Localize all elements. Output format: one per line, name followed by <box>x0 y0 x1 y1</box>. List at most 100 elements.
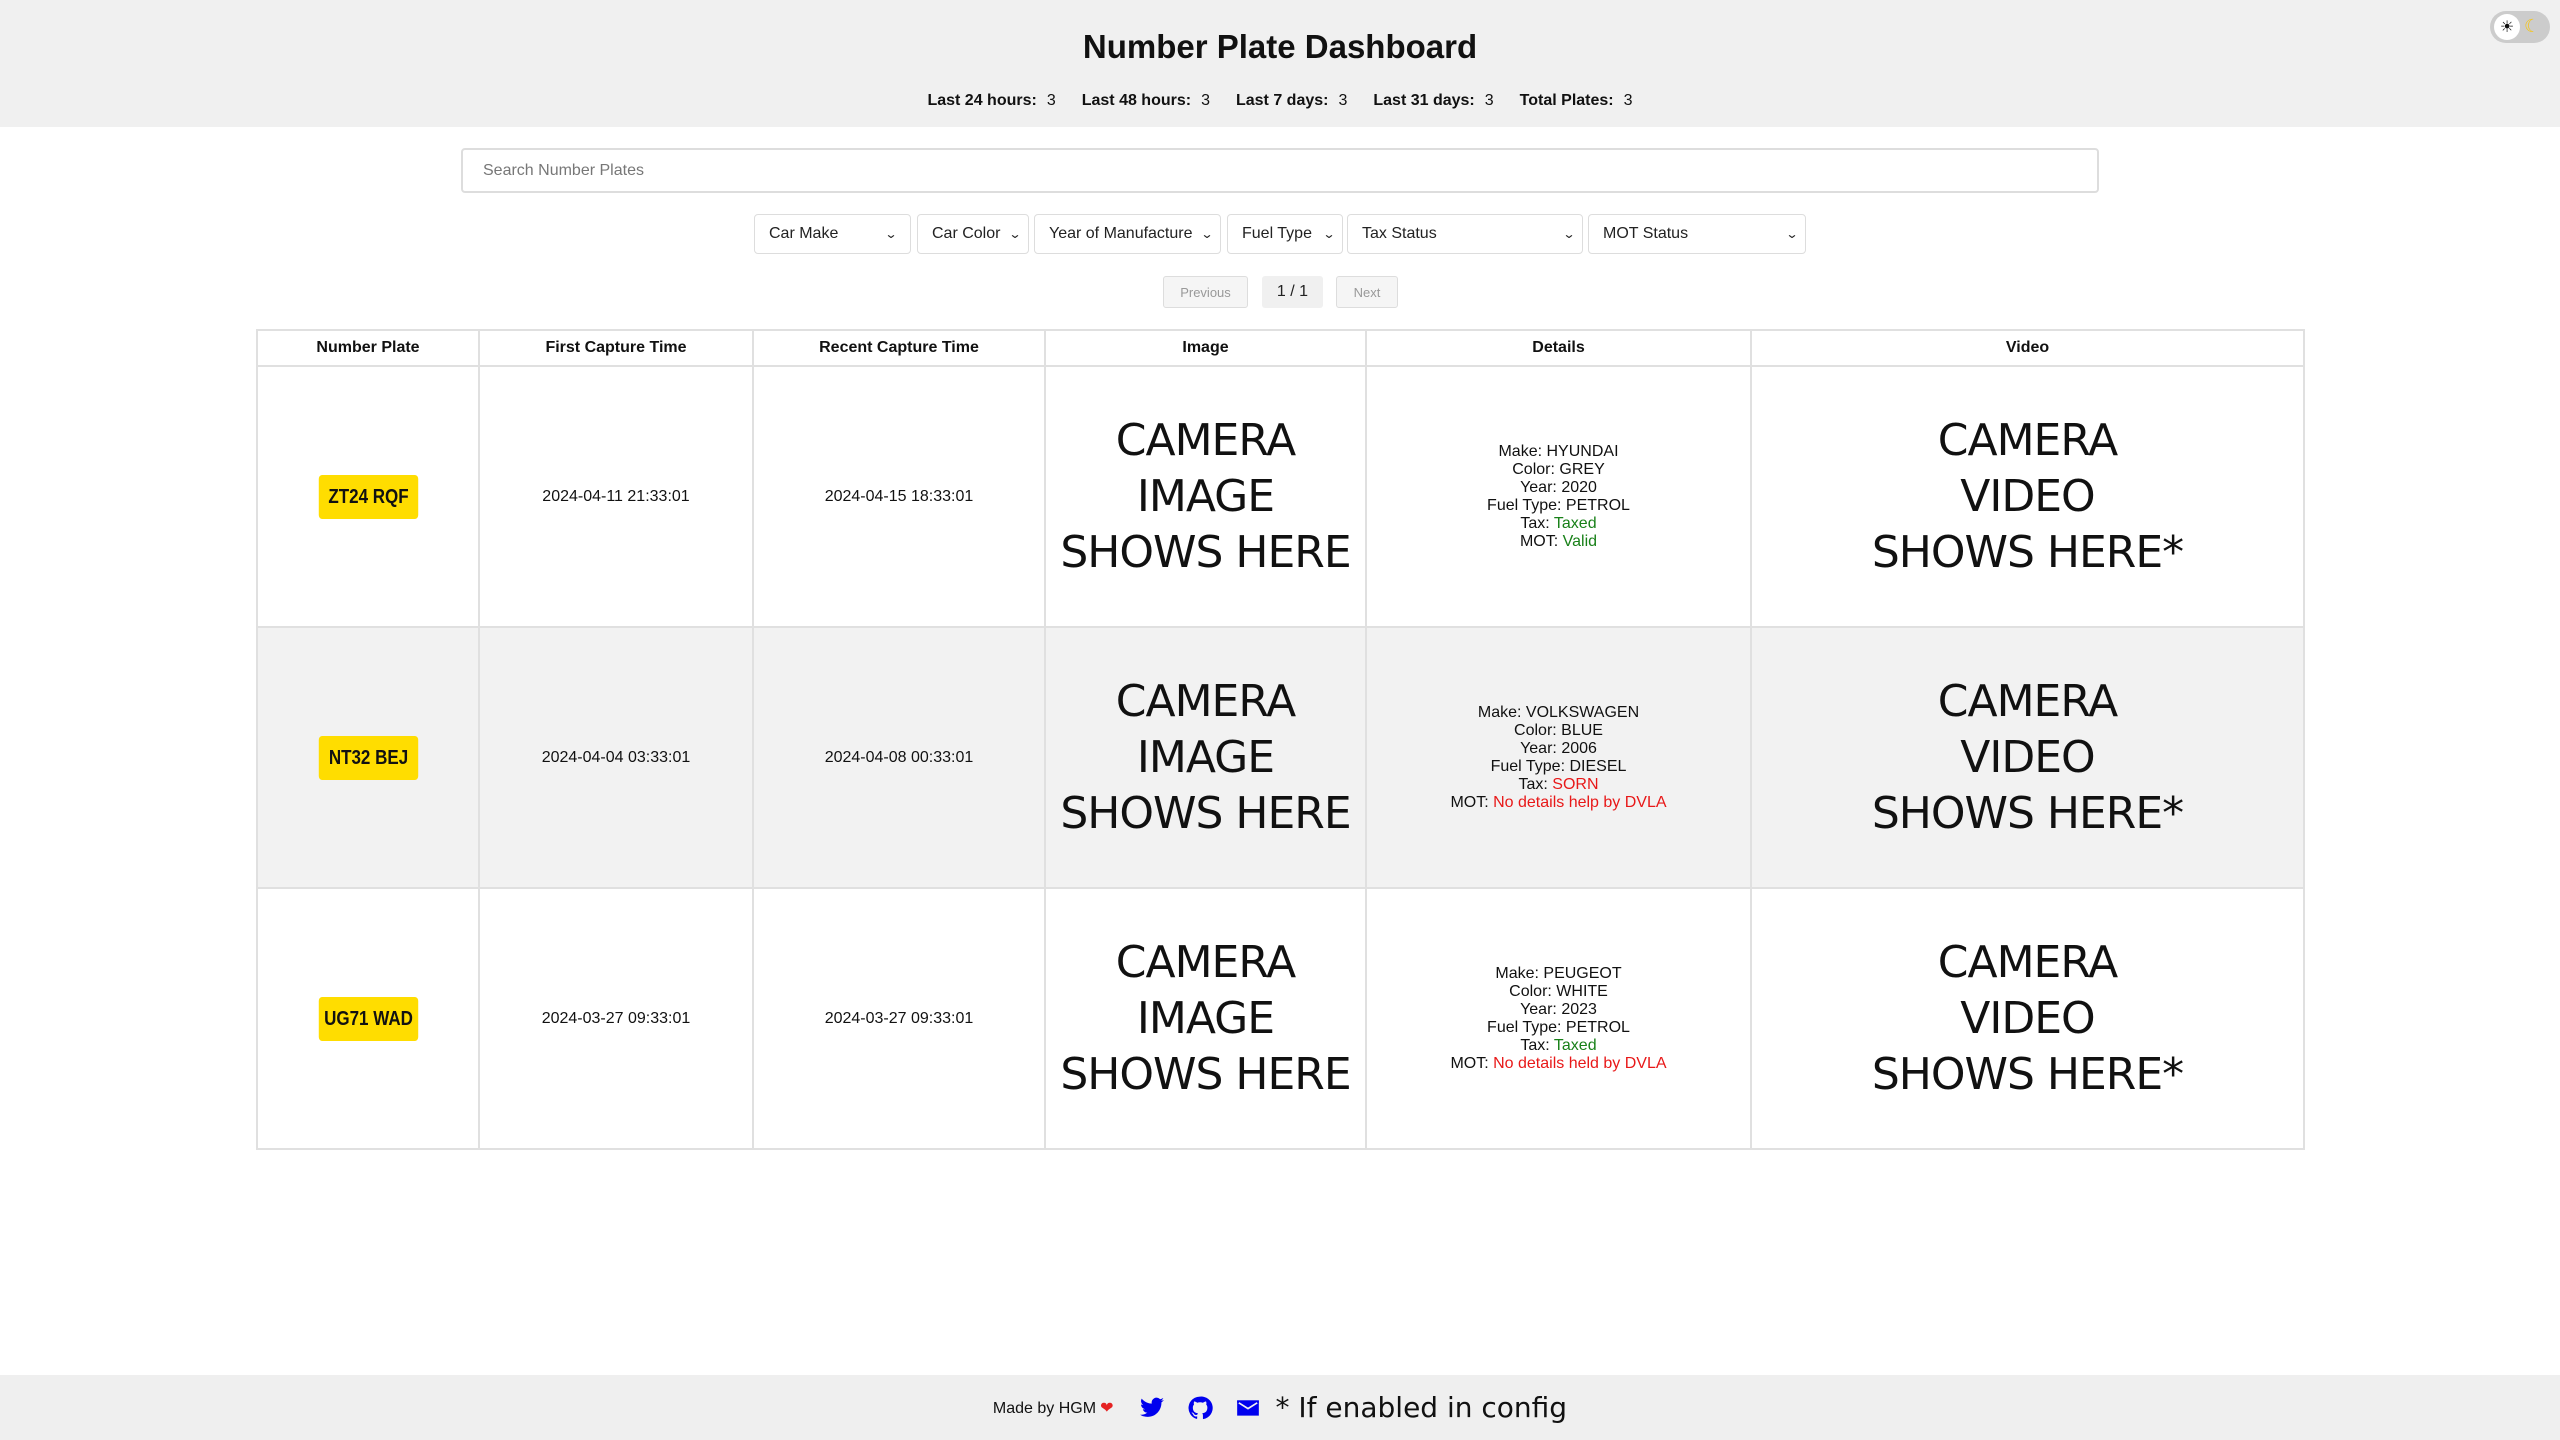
video-cell[interactable]: CAMERA VIDEO SHOWS HERE* <box>1750 365 2305 628</box>
placeholder-line: CAMERA <box>1937 675 2118 727</box>
table-row: NT32 BEJ 2024-04-04 03:33:01 2024-04-08 … <box>256 626 2305 889</box>
column-header-number-plate[interactable]: Number Plate <box>256 329 480 367</box>
app-root: Number Plate Dashboard Last 24 hours: 3 L… <box>0 0 2560 1440</box>
placeholder-line: CAMERA <box>1115 936 1296 988</box>
chevron-down-icon: ⌄ <box>884 227 898 241</box>
config-note: * If enabled in config <box>1275 1391 1568 1424</box>
stat-label: Total Plates: <box>1519 92 1614 109</box>
fuel-type-select[interactable]: Fuel Type ⌄ <box>1227 214 1343 254</box>
detail-label: MOT: <box>1519 532 1559 550</box>
vehicle-details: Make: HYUNDAI Color: GREY Year: 2020 Fue… <box>1367 443 1750 551</box>
number-plate-badge[interactable]: ZT24 RQF <box>318 474 418 519</box>
detail-value: VOLKSWAGEN <box>1525 703 1640 721</box>
mot-status-select[interactable]: MOT Status ⌄ <box>1588 214 1806 254</box>
detail-value: HYUNDAI <box>1546 442 1619 460</box>
detail-label: Color: <box>1509 982 1552 1000</box>
detail-make: Make: VOLKSWAGEN <box>1367 704 1750 722</box>
camera-image-placeholder[interactable]: CAMERA IMAGE SHOWS HERE <box>1046 413 1365 581</box>
chevron-down-icon: ⌄ <box>1785 227 1799 241</box>
detail-label: Year: <box>1520 739 1557 757</box>
detail-label: Fuel Type: <box>1487 1018 1562 1036</box>
detail-label: Make: <box>1498 442 1543 460</box>
plate-cell: ZT24 RQF <box>256 365 480 628</box>
number-plate-badge[interactable]: UG71 WAD <box>318 996 418 1041</box>
detail-label: Tax: <box>1520 1036 1550 1054</box>
detail-label: Fuel Type: <box>1490 757 1566 775</box>
stat-value: 3 <box>1201 92 1210 109</box>
placeholder-line: SHOWS HERE <box>1060 1048 1351 1100</box>
select-value: Year of Manufacture <box>1049 225 1193 242</box>
chevron-down-icon: ⌄ <box>1322 227 1336 241</box>
video-cell[interactable]: CAMERA VIDEO SHOWS HERE* <box>1750 626 2305 889</box>
detail-label: Year: <box>1520 1000 1557 1018</box>
detail-value: GREY <box>1559 460 1605 478</box>
camera-video-placeholder[interactable]: CAMERA VIDEO SHOWS HERE* <box>1752 674 2303 842</box>
heart-icon: ❤ <box>1100 1399 1114 1417</box>
stat-value: 3 <box>1484 92 1494 109</box>
placeholder-line: SHOWS HERE* <box>1871 1048 2184 1100</box>
stat-total: Total Plates: 3 <box>1520 92 1633 110</box>
car-color-select[interactable]: Car Color ⌄ <box>917 214 1029 254</box>
camera-image-placeholder[interactable]: CAMERA IMAGE SHOWS HERE <box>1046 935 1365 1103</box>
column-header-video: Video <box>1750 329 2305 367</box>
sun-icon: ☀ <box>2494 14 2520 40</box>
placeholder-line: SHOWS HERE <box>1060 787 1351 839</box>
email-icon[interactable] <box>1235 1395 1261 1421</box>
select-value: Tax Status <box>1362 225 1437 242</box>
previous-button[interactable]: Previous <box>1163 276 1248 308</box>
detail-mot: MOT: Valid <box>1367 533 1750 551</box>
video-cell[interactable]: CAMERA VIDEO SHOWS HERE* <box>1750 887 2305 1150</box>
detail-value: WHITE <box>1556 982 1608 1000</box>
select-value: Car Make <box>769 225 839 242</box>
stat-label: Last 48 hours: <box>1081 92 1192 109</box>
detail-mot: MOT: No details held by DVLA <box>1367 1055 1750 1073</box>
camera-video-placeholder[interactable]: CAMERA VIDEO SHOWS HERE* <box>1752 935 2303 1103</box>
placeholder-line: CAMERA <box>1937 414 2118 466</box>
tax-status-select[interactable]: Tax Status ⌄ <box>1347 214 1583 254</box>
chevron-down-icon: ⌄ <box>1200 227 1214 241</box>
placeholder-line: SHOWS HERE* <box>1871 526 2184 578</box>
stat-31d: Last 31 days: 3 <box>1373 92 1493 110</box>
detail-value: 2006 <box>1561 739 1597 757</box>
stat-7d: Last 7 days: 3 <box>1236 92 1347 110</box>
column-header-recent-capture[interactable]: Recent Capture Time <box>752 329 1046 367</box>
car-make-select[interactable]: Car Make ⌄ <box>754 214 911 254</box>
stat-value: 3 <box>1046 92 1056 109</box>
detail-label: MOT: <box>1450 1054 1489 1072</box>
next-button[interactable]: Next <box>1336 276 1398 308</box>
placeholder-line: IMAGE <box>1136 470 1275 522</box>
camera-image-placeholder[interactable]: CAMERA IMAGE SHOWS HERE <box>1046 674 1365 842</box>
mot-status: Valid <box>1562 532 1598 550</box>
detail-mot: MOT: No details help by DVLA <box>1367 794 1750 812</box>
search-input[interactable] <box>461 148 2099 193</box>
detail-make: Make: HYUNDAI <box>1367 443 1750 461</box>
column-header-image: Image <box>1044 329 1367 367</box>
detail-tax: Tax: SORN <box>1367 776 1750 794</box>
number-plate-badge[interactable]: NT32 BEJ <box>318 735 418 780</box>
image-cell[interactable]: CAMERA IMAGE SHOWS HERE <box>1044 626 1367 889</box>
placeholder-line: VIDEO <box>1960 731 2095 783</box>
details-cell: Make: VOLKSWAGEN Color: BLUE Year: 2006 … <box>1365 626 1752 889</box>
stat-label: Last 31 days: <box>1373 92 1475 109</box>
year-select[interactable]: Year of Manufacture ⌄ <box>1034 214 1221 254</box>
recent-capture-cell: 2024-04-08 00:33:01 <box>752 626 1046 889</box>
details-cell: Make: PEUGEOT Color: WHITE Year: 2023 Fu… <box>1365 887 1752 1150</box>
first-capture-cell: 2024-04-11 21:33:01 <box>478 365 754 628</box>
detail-color: Color: WHITE <box>1367 983 1750 1001</box>
github-icon[interactable] <box>1187 1395 1214 1421</box>
footer: Made by HGM ❤ * If enabled in config <box>0 1375 2560 1440</box>
theme-toggle[interactable]: ☀ ☾ <box>2490 11 2550 43</box>
image-cell[interactable]: CAMERA IMAGE SHOWS HERE <box>1044 365 1367 628</box>
select-value: MOT Status <box>1603 225 1689 242</box>
stat-48h: Last 48 hours: 3 <box>1082 92 1210 110</box>
camera-video-placeholder[interactable]: CAMERA VIDEO SHOWS HERE* <box>1752 413 2303 581</box>
detail-fuel: Fuel Type: DIESEL <box>1367 758 1750 776</box>
placeholder-line: VIDEO <box>1960 992 2095 1044</box>
detail-fuel: Fuel Type: PETROL <box>1367 497 1750 515</box>
placeholder-line: SHOWS HERE* <box>1871 787 2184 839</box>
first-capture-cell: 2024-03-27 09:33:01 <box>478 887 754 1150</box>
twitter-icon[interactable] <box>1139 1395 1165 1421</box>
detail-value: 2020 <box>1561 478 1597 496</box>
image-cell[interactable]: CAMERA IMAGE SHOWS HERE <box>1044 887 1367 1150</box>
column-header-first-capture[interactable]: First Capture Time <box>478 329 754 367</box>
